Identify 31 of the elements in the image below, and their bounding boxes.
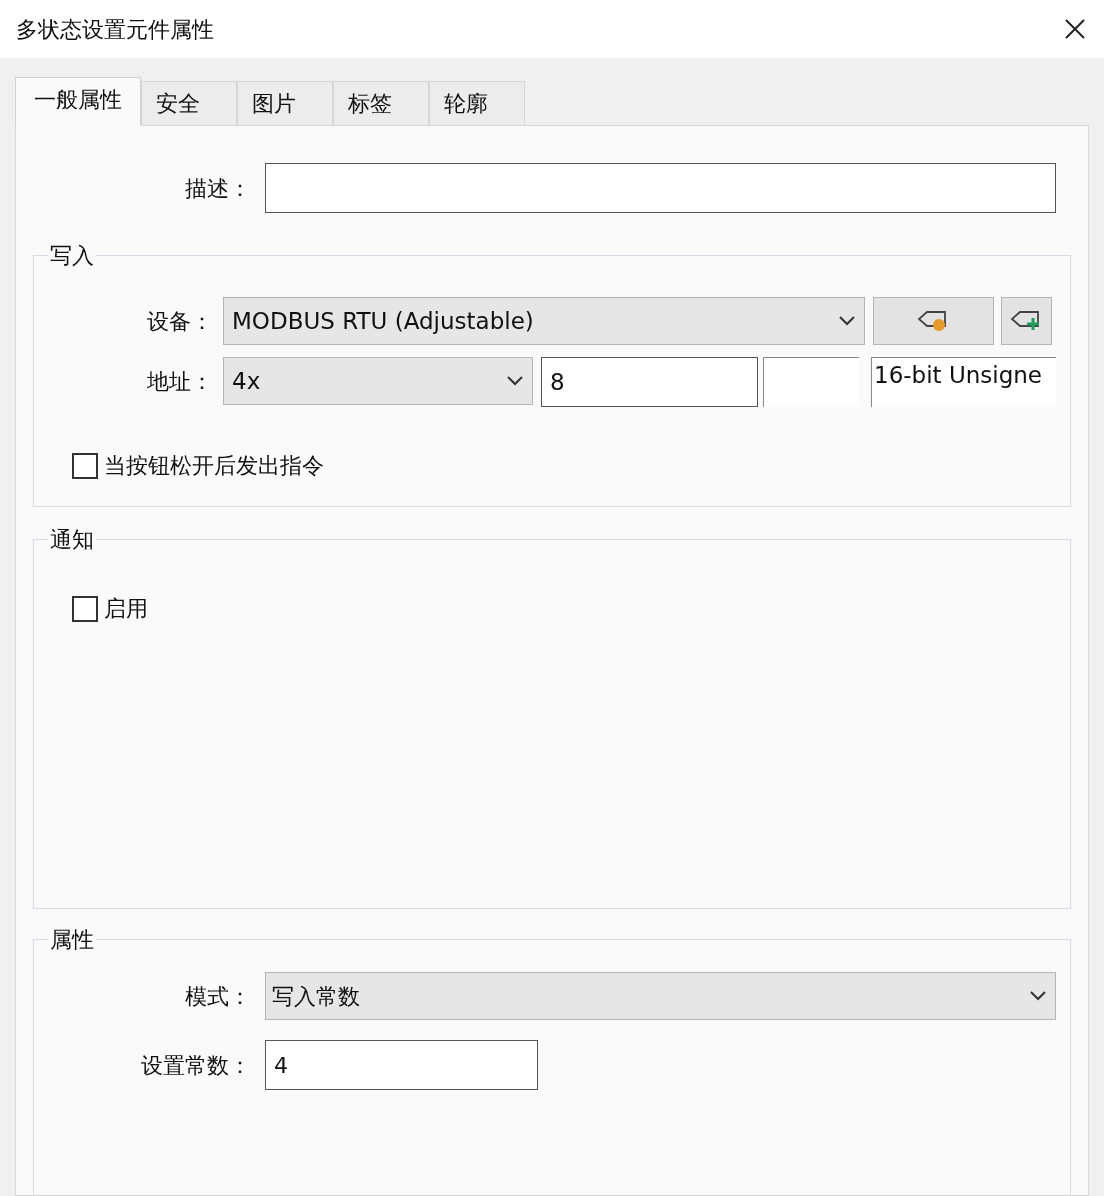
tab[interactable]: 标签 [333, 81, 429, 125]
field-label: 地址： [146, 368, 213, 396]
tab[interactable]: 一般属性 [15, 77, 141, 126]
add-tag-button[interactable] [1001, 297, 1052, 345]
checkbox[interactable] [72, 595, 98, 622]
checkbox-label: 当按钮松开后发出指令 [104, 452, 324, 480]
field-label: 描述： [184, 174, 251, 203]
group-title: 通知 [49, 526, 95, 554]
window-title: 多状态设置元件属性 [16, 15, 214, 44]
field-label: 设置常数： [140, 1051, 251, 1080]
checkbox[interactable] [72, 452, 98, 479]
constant-field[interactable]: 4 [265, 1040, 538, 1090]
address-extra-field[interactable] [763, 357, 859, 407]
close-icon[interactable] [1064, 18, 1086, 40]
field-label: 模式： [184, 982, 251, 1011]
group-title: 属性 [49, 926, 95, 954]
address-field[interactable]: 8 [541, 357, 758, 407]
tab[interactable]: 安全 [141, 81, 237, 125]
group-title: 写入 [49, 242, 95, 270]
tab[interactable]: 轮廓 [429, 81, 525, 125]
chevron-down-icon [506, 375, 524, 387]
tab[interactable]: 图片 [237, 81, 333, 125]
checkbox-label: 启用 [104, 595, 148, 623]
description-field[interactable] [265, 163, 1056, 213]
chevron-down-icon [1029, 990, 1047, 1002]
address-type-dropdown[interactable]: 4x [223, 357, 533, 405]
device-dropdown[interactable]: MODBUS RTU (Adjustable) [223, 297, 865, 345]
chevron-down-icon [838, 315, 856, 327]
field-label: 设备： [146, 307, 213, 336]
data-type-field: 16-bit Unsigne [871, 357, 1056, 407]
mode-dropdown[interactable]: 写入常数 [265, 972, 1056, 1020]
